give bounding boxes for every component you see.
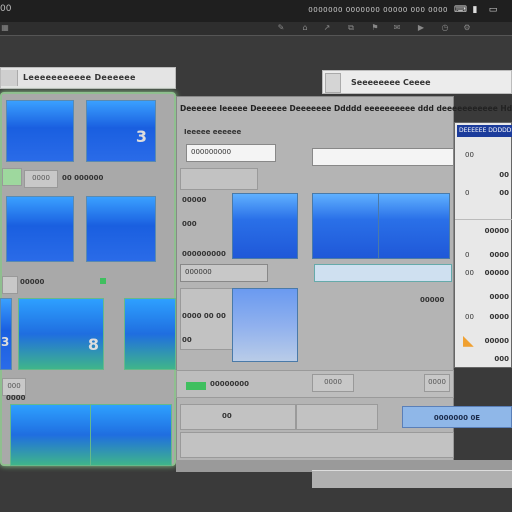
window-tag xyxy=(325,73,341,93)
inspector-panel: DEEEEEE DDDDDDD 00 00 0 00 00000 0 0000 … xyxy=(454,122,512,368)
thumbnail-tile[interactable] xyxy=(6,100,74,162)
thumbnail-tile[interactable]: 3 xyxy=(0,298,12,370)
row-left: 0 xyxy=(465,251,470,259)
left-window-title: Leeeeeeeeeee Deeeeee xyxy=(23,73,136,82)
inspector-title: DEEEEEE DDDDDDD xyxy=(457,125,512,137)
row-right: 000 xyxy=(494,355,509,363)
list-row[interactable] xyxy=(296,404,378,430)
play-icon[interactable]: ▶ xyxy=(416,23,426,33)
inspector-row[interactable]: 0 00 xyxy=(457,189,511,203)
name-field[interactable]: 000000000 xyxy=(186,144,276,162)
inspector-row[interactable]: 00 0000 xyxy=(457,313,511,327)
list-row[interactable] xyxy=(180,404,296,430)
inspector-row[interactable]: 00 00000 xyxy=(457,269,511,283)
row-label-button[interactable]: 0000 xyxy=(24,170,58,188)
row-right: 0000 xyxy=(489,251,509,259)
tile-glyph: 3 xyxy=(135,127,147,146)
inspector-row[interactable]: 0 0000 xyxy=(457,251,511,265)
row-left: 00 xyxy=(465,313,474,321)
preview-tile[interactable] xyxy=(232,193,298,259)
greenbar-text: 00000000 xyxy=(210,380,249,388)
status-indicator xyxy=(100,278,106,284)
thumbnail-tile[interactable] xyxy=(124,298,176,370)
inspector-row[interactable]: ◣ 00000 xyxy=(457,333,511,351)
row-left: 00 xyxy=(465,151,474,159)
row-right: 00000 xyxy=(484,227,509,235)
window-tag xyxy=(1,70,18,86)
preview-tile[interactable] xyxy=(312,193,380,259)
menu-bar: 00 0000000 0000000 00000 000 0000 ⌨ ▮ ▭ xyxy=(0,0,512,22)
status-button[interactable]: 0000000 0E xyxy=(402,406,512,428)
inspector-row[interactable]: 0000 xyxy=(457,293,511,307)
left-window-titlebar[interactable]: Leeeeeeeeeee Deeeeee xyxy=(0,67,176,89)
right-window-title: Seeeeeeee Ceeee xyxy=(351,78,431,87)
action-button[interactable]: 0000 xyxy=(424,374,450,392)
inspector-row[interactable]: 00 xyxy=(457,151,511,165)
row-right: 00 xyxy=(499,171,509,179)
action-button[interactable]: 0000 xyxy=(312,374,354,392)
search-field[interactable] xyxy=(312,148,454,166)
progress-field[interactable] xyxy=(314,264,452,282)
settings-icon[interactable]: ⚙ xyxy=(462,23,472,33)
field-label: 00000 xyxy=(182,196,207,204)
small-button[interactable] xyxy=(2,276,18,294)
thumbnail-tile[interactable] xyxy=(10,404,92,466)
inspector-row[interactable]: 00 xyxy=(457,171,511,185)
tile-glyph: 3 xyxy=(1,335,10,349)
row-left: 00 xyxy=(465,269,474,277)
green-progress xyxy=(186,382,206,390)
row-right: 0000 xyxy=(489,293,509,301)
small-label: 00000 xyxy=(20,278,45,286)
thumbnail-tile[interactable] xyxy=(6,196,74,262)
copy-icon[interactable]: ⧉ xyxy=(346,23,356,33)
toggle-group[interactable] xyxy=(180,168,258,190)
header-text: Deeeeee Ieeeee Deeeeee Deeeeeee Ddddd ee… xyxy=(180,104,512,113)
row-right: 00 xyxy=(499,189,509,197)
divider xyxy=(455,219,512,220)
clock-icon[interactable]: ◷ xyxy=(440,23,450,33)
value-field[interactable]: 000000 xyxy=(180,264,268,282)
row-right: 00000 xyxy=(484,337,509,345)
mail-icon[interactable]: ✉ xyxy=(392,23,402,33)
middle-window-header: Deeeeee Ieeeee Deeeeee Deeeeeee Ddddd ee… xyxy=(180,104,512,116)
small-label: 0000 xyxy=(6,394,26,402)
battery-icon[interactable]: ▮ xyxy=(470,5,480,15)
row-right: 0000 xyxy=(489,313,509,321)
display-icon[interactable]: ▭ xyxy=(488,5,498,15)
field-label: 00 xyxy=(182,336,192,344)
row-count: 00 xyxy=(222,412,232,420)
thumbnail-tile[interactable]: 3 xyxy=(86,100,156,162)
toolbar: ▦ ✎ ⌂ ↗ ⧉ ⚑ ✉ ▶ ◷ ⚙ xyxy=(0,22,512,36)
field-label: 000 xyxy=(182,220,197,228)
list-row[interactable] xyxy=(180,432,454,458)
inspector-row[interactable]: 00000 xyxy=(457,227,511,241)
menu-bar-label: 00 xyxy=(0,4,12,14)
pen-icon[interactable]: ✎ xyxy=(276,23,286,33)
tile-toggle[interactable] xyxy=(2,168,22,186)
arrow-icon[interactable]: ↗ xyxy=(322,23,332,33)
thumbnail-tile[interactable] xyxy=(90,404,172,466)
side-label: 00000 xyxy=(420,296,445,304)
thumbnail-tile[interactable] xyxy=(86,196,156,262)
subheader: Ieeeee eeeeee xyxy=(184,128,242,136)
preview-tile[interactable] xyxy=(232,288,298,362)
menu-bar-status: 0000000 0000000 00000 000 0000 xyxy=(308,6,448,14)
keyboard-icon[interactable]: ⌨ xyxy=(454,5,467,15)
tile-glyph: 8 xyxy=(87,335,99,354)
row-left: 0 xyxy=(465,189,470,197)
row-label: 00 000000 xyxy=(62,174,104,182)
preview-tile[interactable] xyxy=(378,193,450,259)
flag-icon[interactable]: ⚑ xyxy=(370,23,380,33)
lock-icon[interactable]: ⌂ xyxy=(300,23,310,33)
inspector-row[interactable]: 000 xyxy=(457,355,511,369)
grid-icon[interactable]: ▦ xyxy=(0,23,10,33)
field-label: 000000000 xyxy=(182,250,226,258)
right-window-titlebar[interactable]: Seeeeeeee Ceeee xyxy=(322,70,512,94)
left-window-panel: 3 0000 00 000000 00000 3 8 000 0000 xyxy=(0,92,176,466)
warning-icon: ◣ xyxy=(463,333,474,349)
field-label: 0000 00 00 xyxy=(182,312,226,320)
bottom-bar xyxy=(312,470,512,488)
thumbnail-tile[interactable]: 8 xyxy=(18,298,104,370)
row-right: 00000 xyxy=(484,269,509,277)
